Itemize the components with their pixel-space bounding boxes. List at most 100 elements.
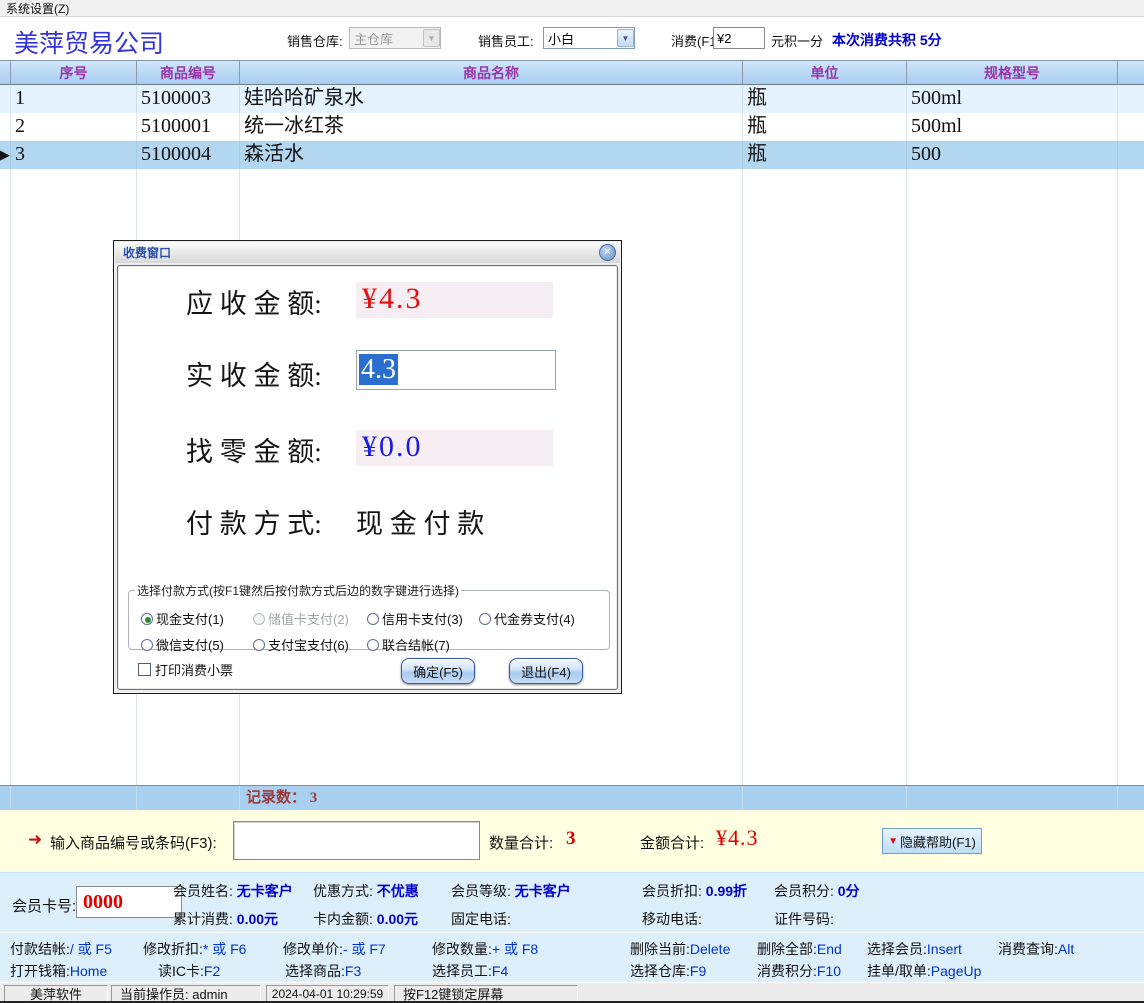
cell-seq: 2 (11, 113, 137, 141)
barcode-input[interactable] (233, 821, 480, 860)
table-row[interactable]: 2 5100001 统一冰红茶 瓶 500ml (0, 113, 1144, 141)
hide-help-label: 隐藏帮助(F1) (900, 832, 976, 851)
help-item: 打开钱箱:Home (10, 961, 107, 981)
table-row[interactable]: ▶ 3 5100004 森活水 瓶 500 (0, 141, 1144, 169)
header-band: 美萍贸易公司 销售仓库: 主仓库 ▼ 销售员工: 小白 ▼ 消费(F10) 元积… (0, 18, 1144, 59)
print-receipt-checkbox[interactable]: 打印消费小票 (138, 660, 233, 679)
member-field: 累计消费: 0.00元 (173, 909, 278, 929)
dialog-title: 收费窗口 (123, 244, 171, 261)
employee-label: 销售员工: (478, 31, 534, 50)
scan-input-label: 输入商品编号或条码(F3): (50, 832, 217, 853)
receivable-label: 应 收 金 额: (186, 282, 322, 321)
cell-spec: 500ml (907, 85, 1118, 113)
payment-method-group: 选择付款方式(按F1键然后按付款方式后边的数字键进行选择) 现金支付(1) 储值… (128, 582, 610, 650)
status-lock-hint: 按F12键锁定屏幕 (394, 985, 578, 1002)
payment-option-0[interactable]: 现金支付(1) (141, 609, 224, 628)
help-item: 挂单/取单:PageUp (867, 961, 981, 981)
pos-window: 系统设置(Z) 美萍贸易公司 销售仓库: 主仓库 ▼ 销售员工: 小白 ▼ 消费… (0, 0, 1144, 1003)
close-icon[interactable]: ✕ (599, 244, 616, 261)
help-item: 读IC卡:F2 (158, 961, 220, 981)
qty-total-value: 3 (566, 828, 576, 850)
header-gutter (0, 61, 11, 84)
header-spec: 规格型号 (907, 61, 1118, 84)
cell-name: 娃哈哈矿泉水 (240, 85, 743, 113)
payment-option-1[interactable]: 储值卡支付(2) (253, 609, 349, 628)
header-filler (1118, 61, 1144, 84)
help-item: 修改单价:- 或 F7 (283, 939, 386, 959)
help-item: 删除全部:End (757, 939, 842, 959)
member-panel: 会员卡号: 会员姓名: 无卡客户 优惠方式: 不优惠 会员等级: 无卡客户 会员… (0, 872, 1144, 932)
received-value: 4.3 (359, 354, 398, 385)
dialog-body: 应 收 金 额: ¥4.3 实 收 金 额: 4.3 找 零 金 额: ¥0.0… (117, 265, 618, 690)
payment-option-6[interactable]: 联合结帐(7) (367, 635, 450, 654)
menu-system-settings[interactable]: 系统设置(Z) (0, 0, 75, 17)
header-seq: 序号 (11, 61, 137, 84)
member-card-input[interactable] (76, 886, 182, 918)
table-row[interactable]: 1 5100003 娃哈哈矿泉水 瓶 500ml (0, 85, 1144, 113)
employee-value: 小白 (548, 29, 574, 48)
payment-dialog: 收费窗口 ✕ 应 收 金 额: ¥4.3 实 收 金 额: 4.3 找 零 金 … (113, 240, 622, 694)
method-value: 现 金 付 款 (356, 502, 484, 541)
radio-icon (367, 613, 379, 625)
cell-spec: 500 (907, 141, 1118, 169)
help-item: 修改数量:+ 或 F8 (432, 939, 538, 959)
print-receipt-label: 打印消费小票 (155, 660, 233, 679)
payment-option-3[interactable]: 代金券支付(4) (479, 609, 575, 628)
help-item: 选择员工:F4 (432, 961, 508, 981)
cell-unit: 瓶 (743, 113, 907, 141)
points-unit-label: 元积一分 (771, 31, 823, 50)
change-value: ¥0.0 (356, 430, 553, 466)
warehouse-label: 销售仓库: (287, 31, 343, 50)
cell-unit: 瓶 (743, 85, 907, 113)
received-label: 实 收 金 额: (186, 354, 322, 393)
row-gutter (0, 113, 11, 141)
payment-option-4[interactable]: 微信支付(5) (141, 635, 224, 654)
hide-help-button[interactable]: ▼ 隐藏帮助(F1) (882, 828, 982, 854)
payment-option-5[interactable]: 支付宝支付(6) (253, 635, 349, 654)
warehouse-select[interactable]: 主仓库 ▼ (349, 27, 441, 49)
help-item: 付款结帐:/ 或 F5 (10, 939, 112, 959)
member-field: 会员姓名: 无卡客户 (173, 881, 293, 901)
member-field: 移动电话: (642, 909, 702, 929)
table-footer-row: 记录数： 3 (0, 785, 1144, 810)
warehouse-value: 主仓库 (354, 29, 393, 48)
points-summary: 本次消费共积 5分 (832, 30, 942, 50)
confirm-button[interactable]: 确定(F5) (401, 658, 475, 684)
help-item: 选择仓库:F9 (630, 961, 706, 981)
help-item: 修改折扣:* 或 F6 (143, 939, 246, 959)
row-gutter: ▶ (0, 141, 11, 169)
cell-unit: 瓶 (743, 141, 907, 169)
radio-icon (367, 639, 379, 651)
amount-total-label: 金额合计: (640, 832, 704, 853)
cell-seq: 3 (11, 141, 137, 169)
cell-seq: 1 (11, 85, 137, 113)
header-code: 商品编号 (137, 61, 240, 84)
company-title: 美萍贸易公司 (14, 24, 164, 60)
chevron-down-icon: ▼ (423, 29, 440, 47)
member-field: 证件号码: (774, 909, 834, 929)
header-name: 商品名称 (240, 61, 743, 84)
radio-icon (479, 613, 491, 625)
row-marker-icon: ▶ (0, 147, 10, 162)
exit-button[interactable]: 退出(F4) (509, 658, 583, 684)
help-item: 选择商品:F3 (285, 961, 361, 981)
member-card-label: 会员卡号: (12, 895, 76, 916)
scan-bar: ➜ 输入商品编号或条码(F3): 数量合计: 3 金额合计: ¥4.3 ▼ 隐藏… (0, 810, 1144, 872)
table-header-row: 序号 商品编号 商品名称 单位 规格型号 (0, 60, 1144, 85)
help-item: 消费积分:F10 (757, 961, 841, 981)
dialog-titlebar[interactable]: 收费窗口 ✕ (115, 242, 620, 263)
row-gutter (0, 85, 11, 113)
record-count: 记录数： 3 (240, 786, 743, 810)
amount-total-value: ¥4.3 (716, 825, 759, 851)
received-input[interactable]: 4.3 (356, 350, 556, 390)
status-datetime: 2024-04-01 10:29:59 (266, 985, 389, 1002)
points-input[interactable] (713, 27, 765, 49)
payment-option-2[interactable]: 信用卡支付(3) (367, 609, 463, 628)
employee-select[interactable]: 小白 ▼ (543, 27, 635, 49)
radio-icon (253, 613, 265, 625)
red-arrow-icon: ➜ (28, 830, 42, 850)
member-field: 会员积分: 0分 (774, 881, 860, 901)
help-item: 删除当前:Delete (630, 939, 730, 959)
cell-code: 5100004 (137, 141, 240, 169)
help-item: 消费查询:Alt (998, 939, 1074, 959)
